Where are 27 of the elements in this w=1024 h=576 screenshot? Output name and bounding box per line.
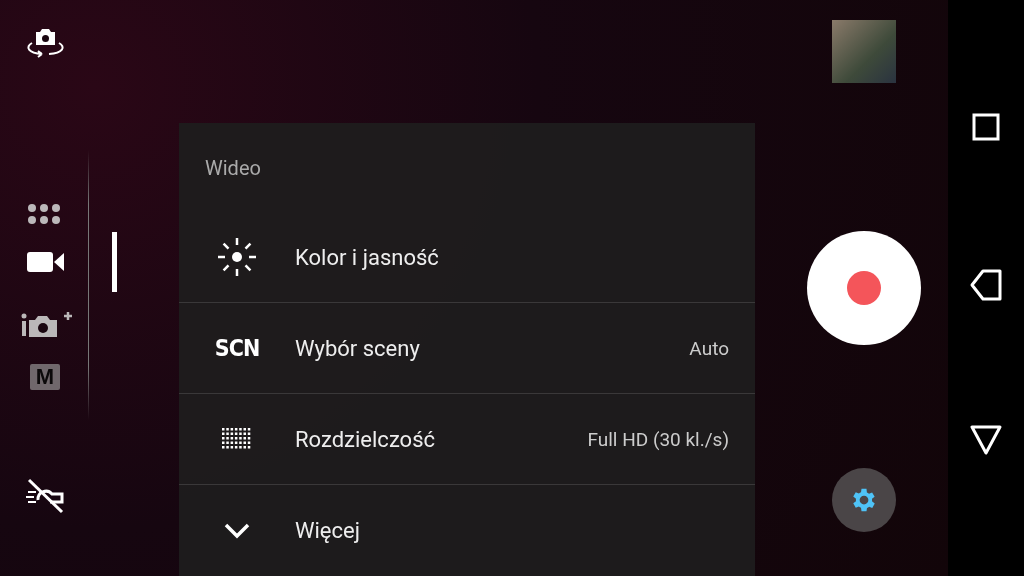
settings-row[interactable]: SCN Wybór sceny Auto: [179, 303, 755, 394]
setting-label: Więcej: [295, 518, 361, 543]
switch-camera-icon[interactable]: [24, 28, 66, 58]
flash-off-icon[interactable]: [24, 478, 66, 514]
chevron-down-icon: [224, 522, 250, 539]
panel-title: Wideo: [204, 155, 262, 182]
setting-label: Kolor i jasność: [295, 244, 440, 270]
setting-label: Rozdzielczość: [295, 426, 437, 452]
camera-plus-icon: [21, 312, 73, 338]
settings-row[interactable]: Rozdzielczość Full HD (30 kl./s): [179, 394, 755, 485]
home-triangle-icon[interactable]: [970, 425, 1002, 455]
photo-placeholder[interactable]: [831, 20, 896, 83]
video-camera-icon: [27, 251, 65, 273]
dots-grid-icon: [27, 203, 61, 225]
settings-row[interactable]: Kolor i jasność: [179, 212, 755, 303]
settings-row[interactable]: Więcej: [179, 485, 755, 576]
back-icon[interactable]: [969, 269, 1003, 301]
camera-mode-button[interactable]: M: [0, 356, 120, 398]
setting-value: Auto: [689, 336, 730, 360]
brightness-icon: [217, 237, 257, 277]
scene-icon-label: SCN: [214, 335, 260, 361]
pixel-grid-icon: [222, 428, 252, 450]
recents-icon[interactable]: [972, 113, 1000, 141]
manual-mode-label: M: [30, 364, 60, 390]
record-dot-icon: [846, 271, 881, 305]
setting-value: Full HD (30 kl./s): [587, 427, 730, 451]
setting-label: Wybór sceny: [295, 335, 421, 361]
